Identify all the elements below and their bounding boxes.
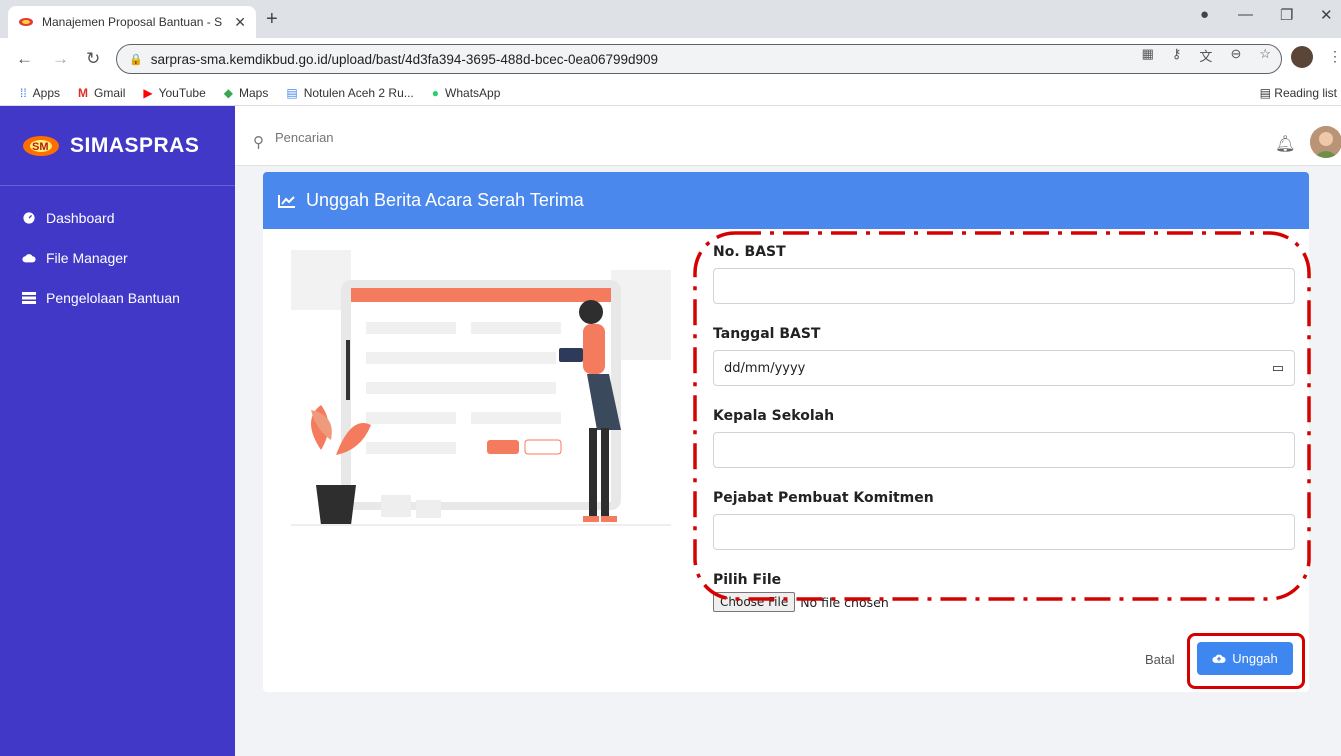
back-icon[interactable]: ← xyxy=(16,49,33,69)
calendar-icon[interactable]: ▭ xyxy=(1272,361,1284,376)
cloud-icon xyxy=(22,254,36,263)
no-bast-input[interactable] xyxy=(713,268,1295,304)
reading-list[interactable]: ▤ Reading list xyxy=(1260,86,1337,100)
cloud-upload-icon xyxy=(1212,654,1226,663)
site-favicon-icon xyxy=(19,18,33,26)
simaspras-logo-icon: SM xyxy=(23,135,59,156)
top-bar: ⚲ 🔔︎ xyxy=(235,106,1341,166)
sidebar-item-file-manager[interactable]: File Manager xyxy=(0,238,235,278)
apps-grid-icon: ⁞⁞ xyxy=(20,86,27,100)
bast-form: No. BAST Tanggal BAST dd/mm/yyyy ▭ Kepal… xyxy=(713,244,1295,612)
key-icon[interactable]: ⚷ xyxy=(1172,46,1182,65)
bookmark-notulen[interactable]: ▤ Notulen Aceh 2 Ru... xyxy=(286,86,413,100)
close-tab-icon[interactable]: ✕ xyxy=(234,14,246,31)
upload-button[interactable]: Unggah xyxy=(1197,642,1293,675)
url-actions: ▦ ⚷ 文 ⊖ ☆ xyxy=(1142,46,1271,65)
browser-menu-icon[interactable]: ⋮ xyxy=(1328,48,1341,65)
bookmark-whatsapp[interactable]: ● WhatsApp xyxy=(432,86,501,100)
sidebar-item-pengelolaan-bantuan[interactable]: Pengelolaan Bantuan xyxy=(0,278,235,318)
dashboard-icon xyxy=(23,212,35,224)
brand[interactable]: SM SIMASPRAS xyxy=(0,106,235,186)
file-input[interactable]: Choose File No file chosen xyxy=(713,592,1295,612)
gmail-icon: M xyxy=(78,86,89,100)
svg-text:SM: SM xyxy=(32,141,49,153)
bookmark-youtube[interactable]: ▶ YouTube xyxy=(143,86,205,100)
cancel-link[interactable]: Batal xyxy=(1145,652,1175,667)
tab-title: Manajemen Proposal Bantuan - S xyxy=(42,15,223,29)
translate-icon[interactable]: 文 xyxy=(1199,46,1212,65)
user-avatar[interactable] xyxy=(1310,126,1341,158)
zoom-icon[interactable]: ⊖ xyxy=(1230,46,1241,65)
docs-icon: ▤ xyxy=(286,86,298,100)
label-tanggal-bast: Tanggal BAST xyxy=(713,326,821,342)
card-title: Unggah Berita Acara Serah Terima xyxy=(306,190,584,210)
maps-icon: ◆ xyxy=(223,86,233,100)
date-placeholder: dd/mm/yyyy xyxy=(724,360,806,376)
new-tab-icon[interactable]: + xyxy=(266,8,278,31)
profile-dot-icon[interactable]: ● xyxy=(1200,6,1209,23)
whatsapp-icon: ● xyxy=(431,86,440,100)
url-text: sarpras-sma.kemdikbud.go.id/upload/bast/… xyxy=(150,51,659,67)
search-icon: ⚲ xyxy=(253,134,264,151)
label-no-bast: No. BAST xyxy=(713,244,786,260)
search-input[interactable] xyxy=(275,130,575,145)
qr-icon[interactable]: ▦ xyxy=(1142,46,1154,65)
bell-icon[interactable]: 🔔︎ xyxy=(1275,134,1295,154)
lock-icon: 🔒 xyxy=(129,53,143,66)
reload-icon[interactable]: ↻ xyxy=(86,49,100,69)
list-icon xyxy=(22,292,36,304)
bookmark-gmail[interactable]: M Gmail xyxy=(78,86,125,100)
card-header: Unggah Berita Acara Serah Terima xyxy=(263,172,1309,229)
browser-tab-strip: Manajemen Proposal Bantuan - S ✕ + ● — ❐… xyxy=(0,0,1341,38)
address-bar-row: ← → ↻ 🔒 sarpras-sma.kemdikbud.go.id/uplo… xyxy=(0,38,1341,81)
bookmarks-bar: ⁞⁞ Apps M Gmail ▶ YouTube ◆ Maps ▤ Notulen Ac… xyxy=(0,81,1341,106)
tanggal-bast-input[interactable]: dd/mm/yyyy ▭ xyxy=(713,350,1295,386)
sidebar: SM SIMASPRAS Dashboard File Manager Peng… xyxy=(0,106,235,756)
brand-name: SIMASPRAS xyxy=(70,133,200,157)
window-close-icon[interactable]: ✕ xyxy=(1320,6,1333,24)
chart-line-icon xyxy=(278,194,295,208)
file-status: No file chosen xyxy=(800,594,889,610)
bookmark-apps[interactable]: ⁞⁞ Apps xyxy=(20,86,60,100)
upload-card: Unggah Berita Acara Serah Terima No. BAS… xyxy=(263,172,1309,692)
reading-list-icon: ▤ xyxy=(1259,86,1275,100)
ppk-input[interactable] xyxy=(713,514,1295,550)
label-pilih-file: Pilih File xyxy=(713,572,782,588)
youtube-icon: ▶ xyxy=(143,86,153,100)
form-illustration xyxy=(291,250,671,526)
url-field[interactable]: 🔒 sarpras-sma.kemdikbud.go.id/upload/bas… xyxy=(116,44,1282,74)
sidebar-item-dashboard[interactable]: Dashboard xyxy=(0,198,235,238)
minimize-icon[interactable]: — xyxy=(1238,6,1253,23)
restore-icon[interactable]: ❐ xyxy=(1280,6,1293,24)
forward-icon[interactable]: → xyxy=(52,49,69,69)
star-icon[interactable]: ☆ xyxy=(1259,46,1271,65)
browser-tab[interactable]: Manajemen Proposal Bantuan - S ✕ xyxy=(8,6,256,38)
label-ppk: Pejabat Pembuat Komitmen xyxy=(713,490,934,506)
bookmark-maps[interactable]: ◆ Maps xyxy=(224,86,269,100)
browser-profile-avatar[interactable] xyxy=(1291,46,1313,68)
label-kepala-sekolah: Kepala Sekolah xyxy=(713,408,835,424)
choose-file-button[interactable]: Choose File xyxy=(713,592,796,612)
kepala-sekolah-input[interactable] xyxy=(713,432,1295,468)
